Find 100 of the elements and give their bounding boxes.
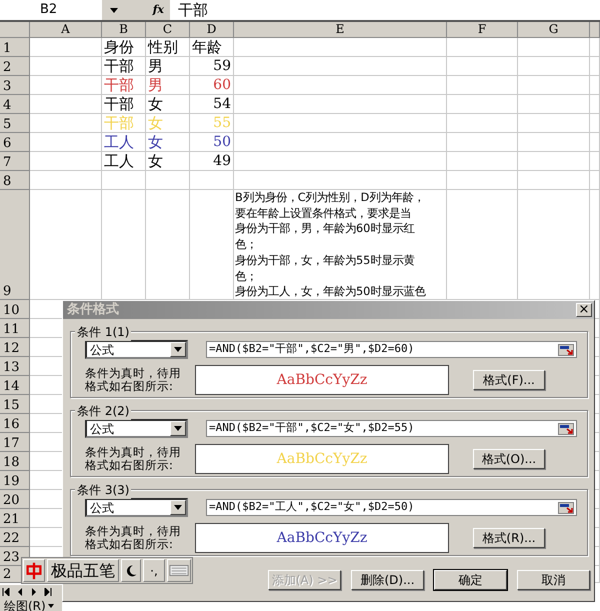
dialog-button[interactable]: 确定 xyxy=(434,570,507,590)
formula-field[interactable]: =AND($B2="干部",$C2="男",$D2=60) xyxy=(206,341,577,358)
column-header[interactable]: G xyxy=(518,22,590,38)
table-cell: 49 xyxy=(213,153,231,169)
input-method-name[interactable]: 极品五笔 xyxy=(47,559,119,582)
dialog-button[interactable]: 取消 xyxy=(517,570,590,590)
column-header[interactable]: F xyxy=(447,22,518,38)
empty-cell xyxy=(447,114,518,133)
dropdown-arrow-icon[interactable] xyxy=(174,505,182,510)
note-text: 身份为工人，女，年龄为50时显示蓝色 xyxy=(234,284,427,299)
table-cell: 身份 xyxy=(104,38,134,56)
empty-cell xyxy=(518,76,590,95)
formula-field[interactable]: =AND($B2="干部",$C2="女",$D2=55) xyxy=(206,420,577,437)
table-cell: 干部 xyxy=(104,57,134,75)
empty-cell xyxy=(590,114,600,133)
dialog-button[interactable]: 删除(D)... xyxy=(351,570,424,590)
note-text: 要在年龄上设置条件格式，要求是当 xyxy=(234,206,412,222)
hint-text: 条件为真时，待用格式如右图所示: xyxy=(85,446,182,472)
note-text: 色； xyxy=(234,268,258,284)
name-box[interactable]: B2 xyxy=(40,2,58,18)
table-cell: 50 xyxy=(213,134,231,150)
collapse-dialog-icon[interactable] xyxy=(558,344,574,356)
preview-text: AaBbCcYyZz xyxy=(276,450,368,468)
operator-dropdown[interactable]: 公式 xyxy=(85,419,188,438)
column-header[interactable]: E xyxy=(234,22,447,38)
dropdown-arrow-icon[interactable] xyxy=(110,8,118,12)
punctuation-toggle[interactable]: ·, xyxy=(143,559,165,582)
table-cell: 性别 xyxy=(148,38,178,56)
table-cell: 60 xyxy=(213,77,231,93)
note-text: 身份为干部，女，年龄为55时显示黄 xyxy=(234,252,416,269)
dropdown-arrow-icon[interactable] xyxy=(174,347,182,352)
dialog-title: 条件格式 xyxy=(67,301,119,320)
input-mode-icon[interactable] xyxy=(23,559,45,582)
column-header[interactable]: D xyxy=(190,22,234,38)
empty-cell xyxy=(590,133,600,152)
empty-cell xyxy=(518,114,590,133)
empty-cell xyxy=(518,38,590,57)
operator-dropdown[interactable]: 公式 xyxy=(85,498,188,517)
collapse-dialog-icon[interactable] xyxy=(558,502,574,514)
table-cell: 女 xyxy=(148,133,163,151)
formula-value[interactable]: 干部 xyxy=(170,0,208,22)
formula-text: =AND($B2="干部",$C2="女",$D2=55) xyxy=(209,420,414,436)
empty-cell xyxy=(518,152,590,171)
caret-icon[interactable] xyxy=(48,604,54,608)
empty-cell xyxy=(590,152,600,171)
table-cell: 55 xyxy=(213,115,231,131)
table-cell: 女 xyxy=(148,95,163,113)
moon-icon[interactable] xyxy=(121,559,141,582)
table-cell: 男 xyxy=(148,57,163,75)
empty-cell xyxy=(447,152,518,171)
table-cell: 工人 xyxy=(104,133,134,151)
preview-text: AaBbCcYyZz xyxy=(276,370,368,390)
table-cell: 工人 xyxy=(104,152,134,170)
formula-text: =AND($B2="工人",$C2="女",$D2=50) xyxy=(209,499,414,516)
group-label: 条件 3(3) xyxy=(75,481,132,499)
empty-cell xyxy=(447,171,518,190)
formula-field[interactable]: =AND($B2="工人",$C2="女",$D2=50) xyxy=(206,499,577,516)
format-button[interactable]: 格式(F)... xyxy=(473,370,545,390)
formula-text: =AND($B2="干部",$C2="男",$D2=60) xyxy=(209,341,414,358)
table-cell: 女 xyxy=(148,152,163,170)
column-header[interactable]: A xyxy=(30,22,102,38)
table-cell: 干部 xyxy=(104,76,134,94)
dropdown-arrow-icon[interactable] xyxy=(174,426,182,431)
empty-cell xyxy=(447,76,518,95)
empty-cell xyxy=(447,57,518,76)
table-cell: 干部 xyxy=(104,95,134,113)
hint-text: 条件为真时，待用格式如右图所示: xyxy=(85,367,182,393)
empty-cell xyxy=(518,95,590,114)
previous-sheet-icon[interactable] xyxy=(16,588,24,596)
row-header[interactable]: 9 xyxy=(3,285,12,299)
empty-cell xyxy=(590,95,600,114)
note-text: 身份为干部，男，年龄为60时显示红 xyxy=(234,221,416,238)
empty-cell xyxy=(447,133,518,152)
hint-text: 条件为真时，待用格式如右图所示: xyxy=(85,525,182,551)
group-label: 条件 2(2) xyxy=(75,402,132,420)
function-icon[interactable]: fx xyxy=(152,2,164,18)
empty-cell xyxy=(590,57,600,76)
empty-cell xyxy=(447,95,518,114)
note-text: 色； xyxy=(234,237,258,253)
empty-cell xyxy=(590,171,600,190)
header-filler xyxy=(590,22,600,38)
operator-dropdown[interactable]: 公式 xyxy=(85,340,188,359)
close-button[interactable]: × xyxy=(576,303,592,317)
format-button[interactable]: 格式(O)... xyxy=(473,449,545,469)
last-sheet-icon[interactable] xyxy=(44,588,52,596)
next-sheet-icon[interactable] xyxy=(30,588,38,596)
table-cell: 59 xyxy=(213,58,231,74)
empty-cell xyxy=(518,171,590,190)
table-cell: 54 xyxy=(213,96,231,112)
table-cell: 年龄 xyxy=(192,38,222,56)
keyboard-icon[interactable] xyxy=(167,559,191,582)
column-header[interactable]: C xyxy=(146,22,190,38)
empty-cell xyxy=(447,38,518,57)
group-label: 条件 1(1) xyxy=(75,323,132,341)
column-header[interactable]: B xyxy=(102,22,146,38)
collapse-dialog-icon[interactable] xyxy=(558,422,574,434)
first-sheet-icon[interactable] xyxy=(2,588,10,596)
format-button[interactable]: 格式(R)... xyxy=(473,528,545,548)
table-cell: 干部 xyxy=(104,114,134,132)
empty-cell xyxy=(518,57,590,76)
